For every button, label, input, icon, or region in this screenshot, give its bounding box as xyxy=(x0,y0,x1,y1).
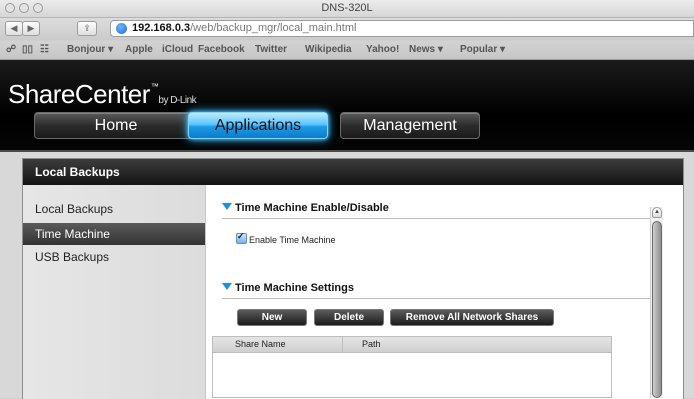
table-header: Share Name Path xyxy=(213,337,611,353)
forward-button[interactable]: ▶ xyxy=(22,21,40,36)
browser-toolbar: ◀ ▶ ⇪ 192.168.0.3/web/backup_mgr/local_m… xyxy=(0,18,694,40)
bookmark-apple[interactable]: Apple xyxy=(125,44,153,55)
delete-button[interactable]: Delete xyxy=(314,309,384,326)
checkbox-checked-icon xyxy=(236,231,247,244)
window-titlebar: DNS-320L xyxy=(0,0,694,18)
section-divider xyxy=(222,298,650,299)
sidebar-item-label: Time Machine xyxy=(35,227,110,241)
url-path: /web/backup_mgr/local_main.html xyxy=(190,22,357,34)
sidebar-item-usb-backups[interactable]: USB Backups xyxy=(23,246,205,268)
enable-time-machine-checkbox[interactable]: Enable Time Machine xyxy=(236,231,336,245)
column-share-name[interactable]: Share Name xyxy=(235,337,286,352)
bookmark-bonjour[interactable]: Bonjour ▾ xyxy=(67,44,113,55)
tab-applications[interactable]: Applications xyxy=(188,112,328,139)
share-button[interactable]: ⇪ xyxy=(77,21,97,36)
bookmark-news[interactable]: News ▾ xyxy=(409,44,443,55)
bookmarks-bar: ☍ ▯▯ ☷ Bonjour ▾ Apple iCloud Facebook T… xyxy=(0,41,694,60)
window-title: DNS-320L xyxy=(321,2,373,14)
settings-section-title[interactable]: Time Machine Settings xyxy=(222,282,354,294)
remove-all-network-shares-button[interactable]: Remove All Network Shares xyxy=(390,309,554,326)
sidebar: Local Backups Time Machine USB Backups xyxy=(23,185,206,399)
bookmark-icloud[interactable]: iCloud xyxy=(162,44,193,55)
address-bar[interactable]: 192.168.0.3/web/backup_mgr/local_main.ht… xyxy=(110,20,694,37)
column-separator xyxy=(342,337,343,352)
collapse-triangle-icon xyxy=(222,283,232,290)
bookmark-popular[interactable]: Popular ▾ xyxy=(460,44,505,55)
shares-table: Share Name Path xyxy=(212,336,612,398)
bookmarks-icon[interactable]: ▯▯ xyxy=(22,44,33,55)
url-host: 192.168.0.3 xyxy=(132,22,191,34)
back-button[interactable]: ◀ xyxy=(5,21,23,36)
brand-name: ShareCenter xyxy=(8,79,150,109)
sidebar-item-time-machine[interactable]: Time Machine xyxy=(23,223,205,245)
tab-home[interactable]: Home xyxy=(34,112,198,139)
bookmark-twitter[interactable]: Twitter xyxy=(255,44,287,55)
top-sites-icon[interactable]: ☷ xyxy=(40,44,49,55)
panel-header: Local Backups xyxy=(23,159,683,185)
enable-time-machine-label: Enable Time Machine xyxy=(249,235,336,245)
enable-section-label: Time Machine Enable/Disable xyxy=(235,202,389,214)
vertical-scrollbar[interactable]: ▲ xyxy=(650,207,663,398)
section-divider xyxy=(222,218,650,219)
settings-section-label: Time Machine Settings xyxy=(235,282,354,294)
brand-tm: ™ xyxy=(150,82,159,91)
panel-title: Local Backups xyxy=(35,165,120,179)
bookmark-facebook[interactable]: Facebook xyxy=(198,44,245,55)
sidebar-item-label: USB Backups xyxy=(35,250,110,264)
brand-by: by D-Link xyxy=(158,95,197,106)
sidebar-item-local-backups[interactable]: Local Backups xyxy=(23,198,205,220)
url-text: 192.168.0.3/web/backup_mgr/local_main.ht… xyxy=(132,21,356,36)
collapse-triangle-icon xyxy=(222,203,232,210)
enable-section-title[interactable]: Time Machine Enable/Disable xyxy=(222,202,389,214)
new-button[interactable]: New xyxy=(237,309,307,326)
sidebar-item-label: Local Backups xyxy=(35,202,114,216)
globe-icon xyxy=(116,23,127,34)
scroll-up-arrow-icon[interactable]: ▲ xyxy=(652,207,662,218)
reading-list-icon[interactable]: ☍ xyxy=(6,44,16,55)
column-path[interactable]: Path xyxy=(362,337,381,352)
bookmark-wikipedia[interactable]: Wikipedia xyxy=(305,44,352,55)
scrollbar-thumb[interactable] xyxy=(652,221,662,398)
bookmark-yahoo[interactable]: Yahoo! xyxy=(366,44,399,55)
tab-management[interactable]: Management xyxy=(340,112,480,139)
sharecenter-logo: ShareCenter™ by D-Link xyxy=(8,79,197,110)
